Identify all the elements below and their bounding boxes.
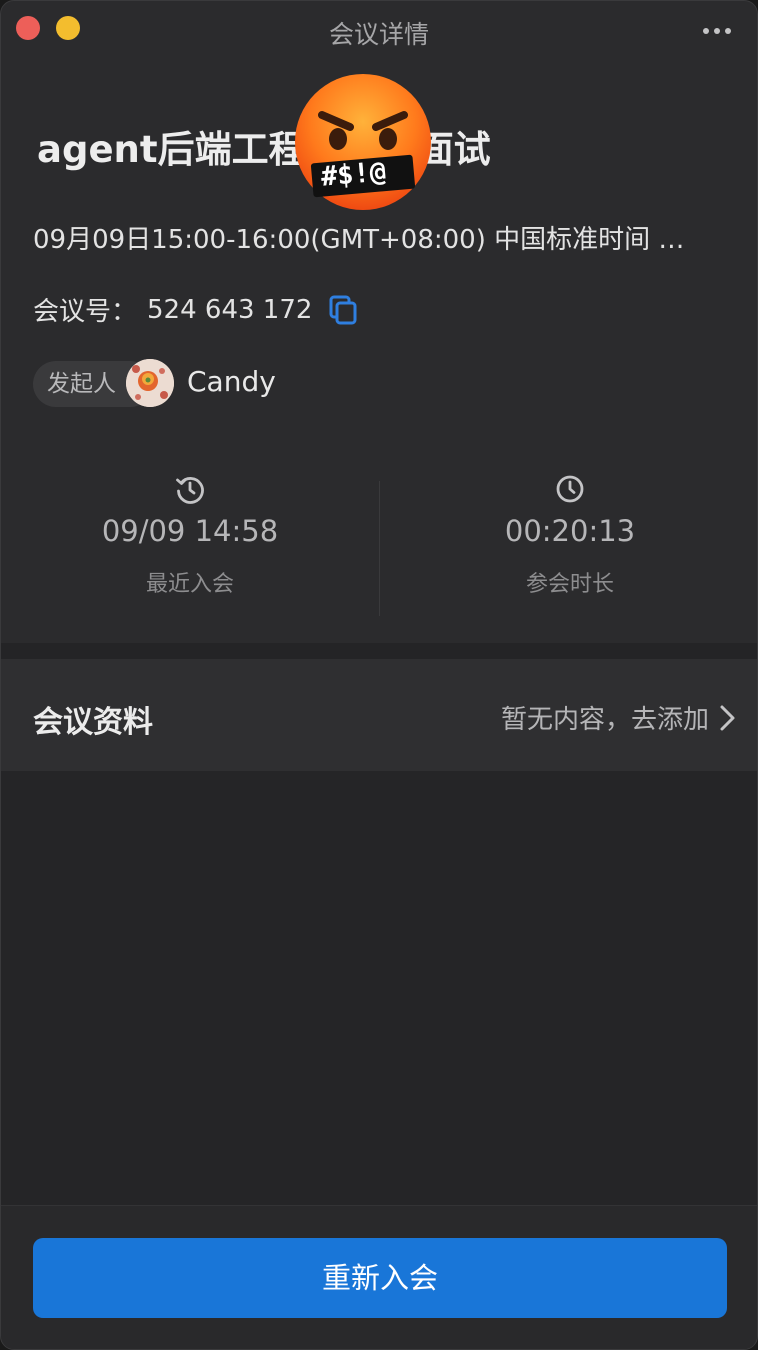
- angry-face-sticker: [295, 74, 431, 210]
- meeting-id-label: 会议号：: [33, 297, 138, 327]
- copy-icon[interactable]: [328, 294, 358, 326]
- more-dots-icon[interactable]: [703, 28, 731, 34]
- rejoin-meeting-button[interactable]: 重新入会: [33, 1238, 727, 1318]
- empty-content-area: [1, 771, 757, 1205]
- window-title: 会议详情: [328, 20, 429, 49]
- meeting-datetime: 09月09日15:00-16:00(GMT+08:00) 中国标准时间 …: [33, 225, 685, 255]
- meeting-id-value: 524 643 172: [147, 294, 313, 325]
- host-name: Candy: [187, 365, 276, 398]
- avatar-image: [126, 359, 174, 407]
- chevron-right-icon: [720, 705, 735, 731]
- materials-title: 会议资料: [33, 705, 153, 740]
- stats-divider: [379, 481, 380, 616]
- meeting-id-row: 会议号： 524 643 172: [33, 291, 358, 328]
- duration-label: 参会时长: [525, 572, 614, 597]
- meeting-materials-row[interactable]: 会议资料 暂无内容，去添加: [1, 659, 757, 771]
- last-join-time: 09/09 14:58: [101, 514, 279, 548]
- avatar[interactable]: [126, 359, 174, 407]
- materials-add-link[interactable]: 暂无内容，去添加: [501, 699, 709, 736]
- duration-stat: 00:20:13 参会时长: [381, 461, 757, 641]
- last-join-label: 最近入会: [145, 572, 234, 597]
- meeting-stats: 09/09 14:58 最近入会 00:20:13 参会时长: [1, 461, 757, 641]
- bottom-action-bar: 重新入会: [1, 1205, 757, 1349]
- history-icon: [176, 477, 204, 504]
- clock-icon: [556, 475, 584, 503]
- duration-value: 00:20:13: [504, 514, 636, 548]
- meeting-details-window: 会议详情 agent后端工程师线上面试 #$!@ 09月09日15:00-16:…: [0, 0, 758, 1350]
- last-join-stat: 09/09 14:58 最近入会: [1, 461, 379, 641]
- title-bar: 会议详情: [1, 1, 757, 63]
- symbols-sticker-text: #$!@: [319, 156, 388, 193]
- section-separator: [1, 643, 757, 659]
